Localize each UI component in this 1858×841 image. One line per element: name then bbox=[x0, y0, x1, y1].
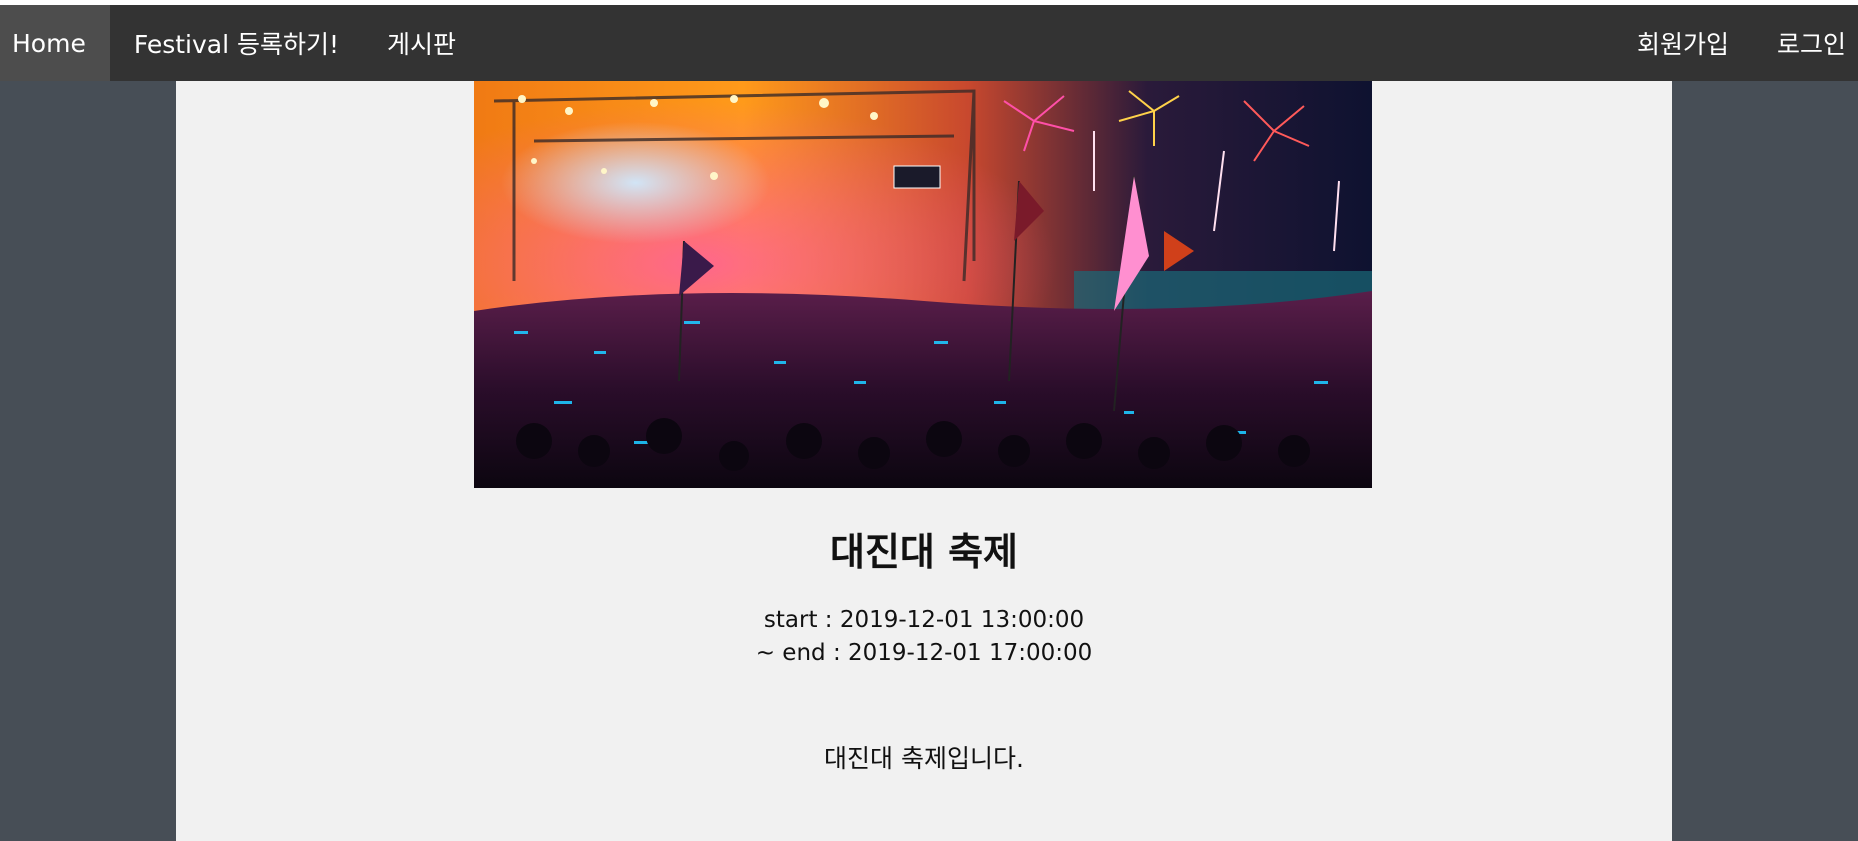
festival-start-time: start : 2019-12-01 13:00:00 bbox=[763, 607, 1085, 633]
festival-description: 대진대 축제입니다. bbox=[824, 744, 1024, 773]
nav-signup-link[interactable]: 회원가입 bbox=[1613, 5, 1753, 81]
nav-right-group: 회원가입 로그인 bbox=[1613, 5, 1858, 81]
festival-hero-image bbox=[474, 81, 1372, 488]
festival-schedule: start : 2019-12-01 13:00:00 ~ end : 2019… bbox=[176, 604, 1672, 670]
nav-home-link[interactable]: Home bbox=[0, 5, 110, 81]
festival-end-time: ~ end : 2019-12-01 17:00:00 bbox=[755, 640, 1093, 666]
festival-title: 대진대 축제 bbox=[829, 530, 1019, 574]
nav-festival-register-link[interactable]: Festival 등록하기! bbox=[110, 5, 363, 81]
nav-left-group: Home Festival 등록하기! 게시판 bbox=[0, 5, 480, 81]
top-navbar: Home Festival 등록하기! 게시판 회원가입 로그인 bbox=[0, 5, 1858, 81]
nav-login-link[interactable]: 로그인 bbox=[1753, 5, 1858, 81]
festival-detail-panel: 대진대 축제 start : 2019-12-01 13:00:00 ~ end… bbox=[176, 81, 1672, 841]
nav-board-link[interactable]: 게시판 bbox=[363, 5, 480, 81]
